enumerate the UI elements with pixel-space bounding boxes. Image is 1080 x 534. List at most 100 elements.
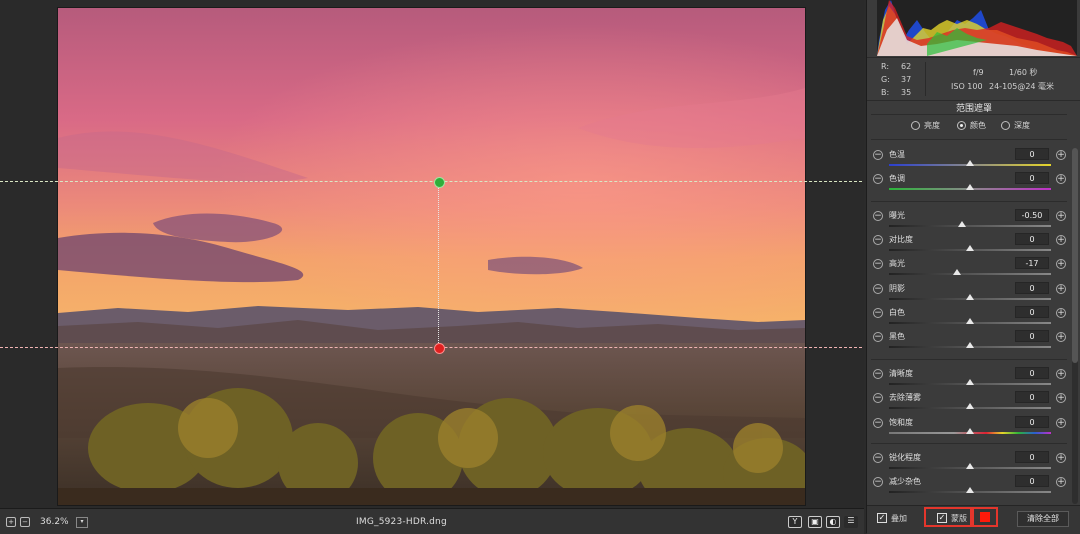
clear-all-button[interactable]: 清除全部	[1017, 511, 1069, 527]
slider-thumb[interactable]	[966, 318, 974, 324]
histogram-graph	[877, 0, 1077, 56]
slider-value-field[interactable]: -17	[1015, 257, 1049, 269]
increase-icon[interactable]: +	[1056, 284, 1066, 294]
decrease-icon[interactable]: −	[873, 332, 883, 342]
slider-value-field[interactable]: 0	[1015, 233, 1049, 245]
divider	[871, 114, 1067, 115]
slider-thumb[interactable]	[966, 379, 974, 385]
increase-icon[interactable]: +	[1056, 211, 1066, 221]
color-sample-point-green[interactable]	[434, 177, 445, 188]
decrease-icon[interactable]: −	[873, 308, 883, 318]
increase-icon[interactable]: +	[1056, 150, 1066, 160]
slider-value-field[interactable]: 0	[1015, 416, 1049, 428]
decrease-icon[interactable]: −	[873, 477, 883, 487]
overlay-label: 叠加	[891, 514, 907, 523]
slider-thumb[interactable]	[966, 184, 974, 190]
decrease-icon[interactable]: −	[873, 259, 883, 269]
lens: 24-105@24 毫米	[989, 82, 1055, 91]
slider-thumb[interactable]	[966, 160, 974, 166]
mask-color-swatch[interactable]	[980, 512, 990, 522]
slider-label: 锐化程度	[889, 453, 921, 462]
slider-row: − 对比度 0 +	[867, 233, 1067, 258]
slider-label: 对比度	[889, 235, 913, 244]
decrease-icon[interactable]: −	[873, 418, 883, 428]
panel-scrollbar-thumb[interactable]	[1072, 148, 1078, 363]
increase-icon[interactable]: +	[1056, 369, 1066, 379]
slider-thumb[interactable]	[958, 221, 966, 227]
mask-checkbox[interactable]: ✓	[937, 513, 947, 523]
increase-icon[interactable]: +	[1056, 332, 1066, 342]
increase-icon[interactable]: +	[1056, 453, 1066, 463]
slider-track[interactable]	[889, 273, 1051, 275]
slider-value-field[interactable]: 0	[1015, 148, 1049, 160]
slider-label: 曝光	[889, 211, 905, 220]
slider-value-field[interactable]: 0	[1015, 391, 1049, 403]
mode-depth[interactable]: 深度	[1001, 120, 1030, 131]
before-after-icon[interactable]: Y	[788, 516, 802, 528]
slider-track[interactable]	[889, 225, 1051, 227]
slider-value-field[interactable]: 0	[1015, 306, 1049, 318]
overlay-checkbox[interactable]: ✓	[877, 513, 887, 523]
photo-preview[interactable]	[57, 7, 806, 506]
increase-icon[interactable]: +	[1056, 235, 1066, 245]
mode-label: 颜色	[970, 121, 986, 130]
zoom-out-icon[interactable]: −	[20, 517, 30, 527]
fit-view-icon[interactable]: +	[6, 517, 16, 527]
slider-label: 去除薄雾	[889, 393, 921, 402]
slider-value-field[interactable]: 0	[1015, 282, 1049, 294]
slider-value-field[interactable]: 0	[1015, 367, 1049, 379]
decrease-icon[interactable]: −	[873, 284, 883, 294]
mode-luminance[interactable]: 亮度	[911, 120, 940, 131]
slider-row: − 饱和度 0 +	[867, 416, 1067, 441]
decrease-icon[interactable]: −	[873, 453, 883, 463]
slider-row: − 高光 -17 +	[867, 257, 1067, 282]
decrease-icon[interactable]: −	[873, 150, 883, 160]
mode-label: 亮度	[924, 121, 940, 130]
rgb-b: B: 35	[881, 88, 912, 97]
decrease-icon[interactable]: −	[873, 369, 883, 379]
menu-icon[interactable]: ☰	[844, 516, 858, 528]
preview-toggle-icon[interactable]: ◐	[826, 516, 840, 528]
increase-icon[interactable]: +	[1056, 418, 1066, 428]
decrease-icon[interactable]: −	[873, 393, 883, 403]
aperture: f/9	[973, 68, 984, 77]
slider-row: − 色调 0 +	[867, 172, 1067, 197]
radio-selected-icon[interactable]	[957, 121, 966, 130]
increase-icon[interactable]: +	[1056, 477, 1066, 487]
decrease-icon[interactable]: −	[873, 235, 883, 245]
sample-guide-line-red	[0, 347, 862, 348]
slider-thumb[interactable]	[953, 269, 961, 275]
divider	[871, 139, 1067, 140]
slider-value-field[interactable]: 0	[1015, 330, 1049, 342]
increase-icon[interactable]: +	[1056, 174, 1066, 184]
mode-color[interactable]: 颜色	[957, 120, 986, 131]
slider-thumb[interactable]	[966, 245, 974, 251]
zoom-level[interactable]: 36.2%	[40, 517, 69, 527]
slider-row: − 锐化程度 0 +	[867, 451, 1067, 476]
increase-icon[interactable]: +	[1056, 393, 1066, 403]
slider-value-field[interactable]: -0.50	[1015, 209, 1049, 221]
slider-value-field[interactable]: 0	[1015, 475, 1049, 487]
image-canvas[interactable]	[0, 0, 864, 508]
divider	[871, 443, 1067, 444]
zoom-menu-icon[interactable]: ▾	[76, 517, 88, 528]
increase-icon[interactable]: +	[1056, 259, 1066, 269]
slider-label: 白色	[889, 308, 905, 317]
slider-thumb[interactable]	[966, 342, 974, 348]
decrease-icon[interactable]: −	[873, 211, 883, 221]
radio-icon[interactable]	[1001, 121, 1010, 130]
slider-value-field[interactable]: 0	[1015, 451, 1049, 463]
iso: ISO 100	[951, 82, 983, 91]
slider-thumb[interactable]	[966, 428, 974, 434]
decrease-icon[interactable]: −	[873, 174, 883, 184]
increase-icon[interactable]: +	[1056, 308, 1066, 318]
slider-thumb[interactable]	[966, 294, 974, 300]
view-settings-icon[interactable]: ▣	[808, 516, 822, 528]
slider-thumb[interactable]	[966, 487, 974, 493]
color-sample-point-red[interactable]	[434, 343, 445, 354]
slider-value-field[interactable]: 0	[1015, 172, 1049, 184]
radio-icon[interactable]	[911, 121, 920, 130]
slider-thumb[interactable]	[966, 463, 974, 469]
slider-label: 清晰度	[889, 369, 913, 378]
slider-thumb[interactable]	[966, 403, 974, 409]
